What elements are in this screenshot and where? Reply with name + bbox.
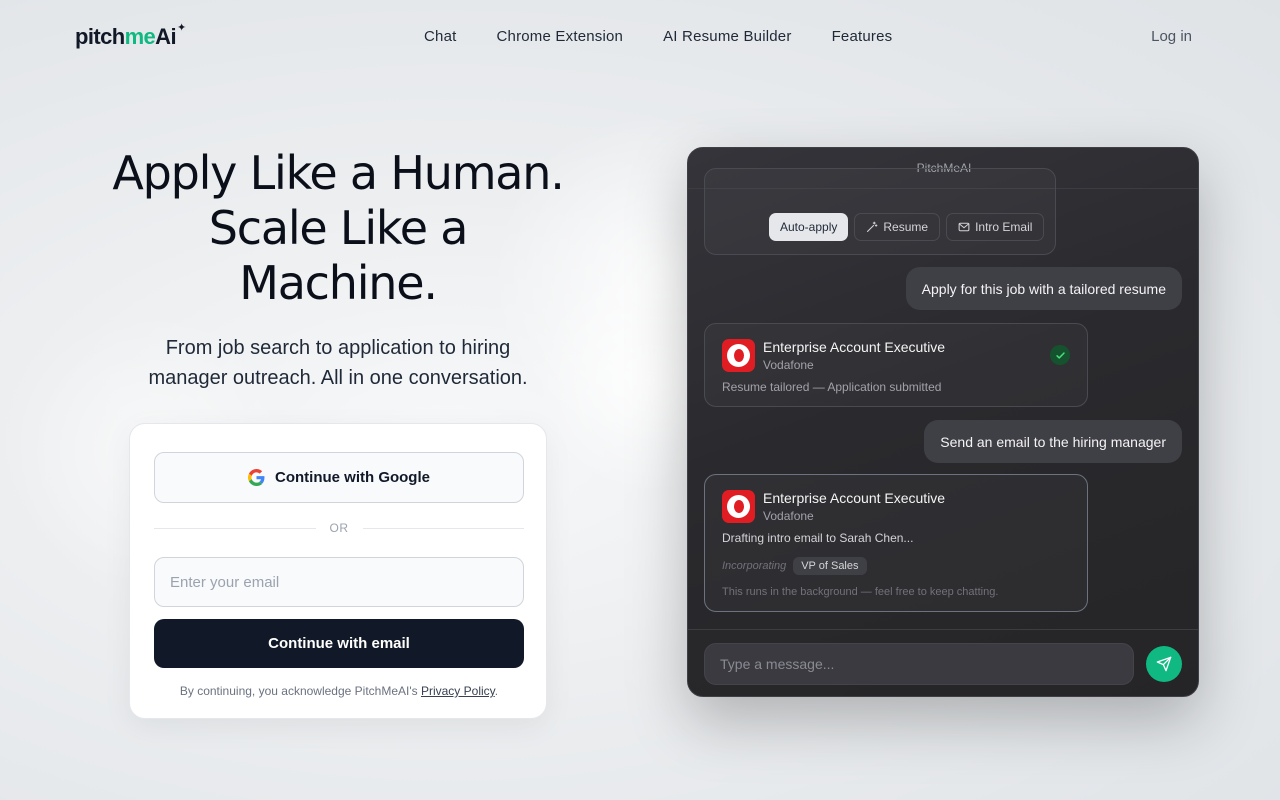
chat-input-bar xyxy=(688,629,1198,696)
sparkle-icon: ✦ xyxy=(176,22,186,34)
user-message-bubble-1: Apply for this job with a tailored resum… xyxy=(905,267,1182,310)
legal-prefix: By continuing, you acknowledge PitchMeAI… xyxy=(179,684,421,698)
incorporating-row: Incorporating VP of Sales xyxy=(722,557,867,575)
hero-subtitle-line2: manager outreach. All in one conversatio… xyxy=(148,367,528,389)
intro-email-chip[interactable]: Intro Email xyxy=(946,213,1045,241)
chat-demo-panel: PitchMeAI Auto-apply Resume Intro Email … xyxy=(687,147,1199,697)
logo-text-ai: Ai xyxy=(155,24,176,49)
message-input[interactable] xyxy=(704,643,1134,685)
drafting-status: Drafting intro email to Sarah Chen... xyxy=(722,531,914,545)
login-link[interactable]: Log in xyxy=(1151,28,1192,45)
send-button[interactable] xyxy=(1146,646,1182,682)
legal-text: By continuing, you acknowledge PitchMeAI… xyxy=(130,684,548,698)
pitchmeai-logo[interactable]: pitch me Ai ✦ xyxy=(75,22,186,50)
job-title: Enterprise Account Executive xyxy=(763,339,946,355)
logo-text-me: me xyxy=(124,24,156,49)
vodafone-logo-icon xyxy=(722,490,755,523)
nav-link-chat[interactable]: Chat xyxy=(424,28,457,45)
job-card-drafting[interactable]: Enterprise Account Executive Vodafone Dr… xyxy=(704,474,1088,612)
logo-text-pitch: pitch xyxy=(75,24,125,49)
or-divider: OR xyxy=(154,521,524,535)
hero-subtitle: From job search to application to hiring… xyxy=(108,333,568,393)
auto-apply-label: Auto-apply xyxy=(780,220,838,234)
user-message-2-text: Send an email to the hiring manager xyxy=(940,433,1166,450)
resume-chip-label: Resume xyxy=(883,220,929,234)
or-text: OR xyxy=(329,521,349,535)
hero-subtitle-line1: From job search to application to hiring xyxy=(165,337,511,359)
user-message-1-text: Apply for this job with a tailored resum… xyxy=(921,280,1166,297)
privacy-policy-link[interactable]: Privacy Policy xyxy=(421,684,495,698)
email-input[interactable] xyxy=(154,557,524,607)
nav-link-features[interactable]: Features xyxy=(832,28,893,45)
incorporating-chip: VP of Sales xyxy=(793,557,867,575)
check-circle-icon xyxy=(1050,345,1070,365)
job-company: Vodafone xyxy=(763,509,814,523)
previous-job-card xyxy=(704,168,1056,255)
vodafone-logo-icon xyxy=(722,339,755,372)
job-status: Resume tailored — Application submitted xyxy=(722,380,942,394)
incorporating-label: Incorporating xyxy=(722,560,787,572)
send-icon xyxy=(1156,656,1172,672)
continue-with-google-button[interactable]: Continue with Google xyxy=(154,452,524,503)
hero-title-line2: Scale Like a xyxy=(208,201,469,255)
job-company: Vodafone xyxy=(763,358,814,372)
top-nav: pitch me Ai ✦ Chat Chrome Extension AI Resu… xyxy=(0,0,1280,74)
nav-links: Chat Chrome Extension AI Resume Builder … xyxy=(424,28,892,45)
hero-section: Apply Like a Human. Scale Like a Machine… xyxy=(108,146,568,393)
magic-wand-icon xyxy=(867,221,878,233)
google-icon xyxy=(248,469,265,486)
auto-apply-chip[interactable]: Auto-apply xyxy=(769,213,849,241)
hero-title-line3: Machine. xyxy=(239,256,438,310)
user-message-bubble-2: Send an email to the hiring manager xyxy=(924,420,1182,463)
action-chips: Auto-apply Resume Intro Email xyxy=(769,213,1045,241)
background-note: This runs in the background — feel free … xyxy=(722,586,999,598)
nav-link-chrome-extension[interactable]: Chrome Extension xyxy=(497,28,624,45)
mail-icon xyxy=(958,222,970,232)
legal-suffix: . xyxy=(494,684,499,698)
divider-line-right xyxy=(362,527,524,529)
job-title: Enterprise Account Executive xyxy=(763,490,946,506)
continue-with-email-button[interactable]: Continue with email xyxy=(154,619,524,668)
job-card-applied[interactable]: Enterprise Account Executive Vodafone Re… xyxy=(704,323,1088,407)
google-button-label: Continue with Google xyxy=(275,469,430,486)
resume-chip[interactable]: Resume xyxy=(854,213,941,241)
signup-card: Continue with Google OR Continue with em… xyxy=(129,423,547,719)
nav-link-ai-resume-builder[interactable]: AI Resume Builder xyxy=(663,28,791,45)
divider-line-left xyxy=(154,527,316,529)
hero-title: Apply Like a Human. Scale Like a Machine… xyxy=(108,146,568,311)
hero-title-line1: Apply Like a Human. xyxy=(112,146,565,200)
intro-email-chip-label: Intro Email xyxy=(975,220,1033,234)
